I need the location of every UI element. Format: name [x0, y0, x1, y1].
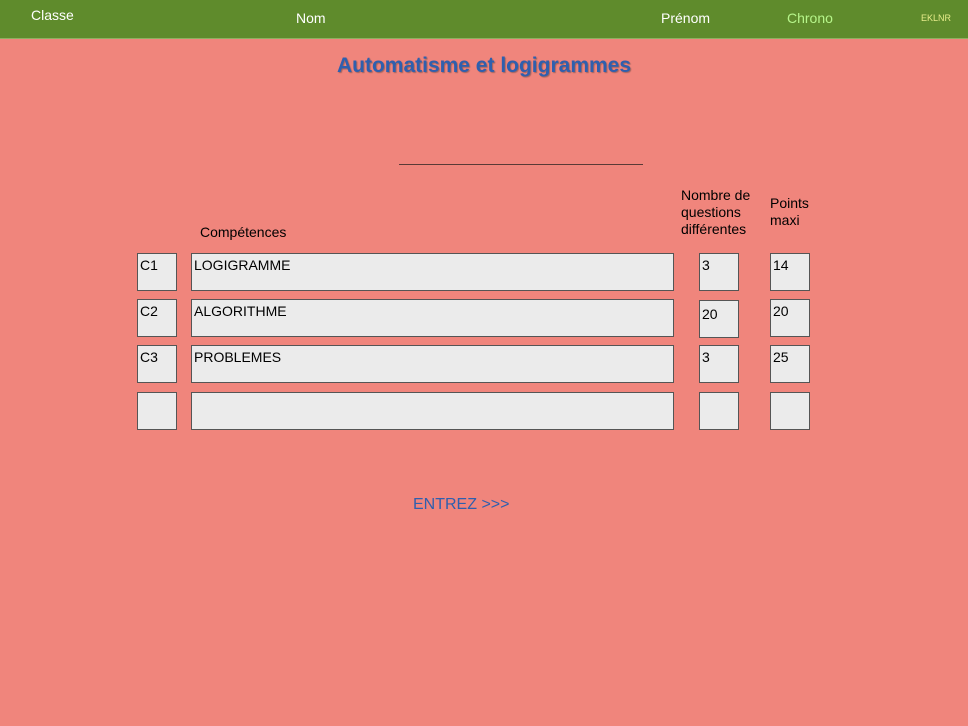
row-2-questions-field[interactable]: 20	[699, 300, 739, 338]
header-points-maxi: Points maxi	[770, 195, 809, 228]
header-nombre-questions: Nombre de questions différentes	[681, 187, 751, 237]
blank-underline-field[interactable]	[399, 164, 643, 165]
row-3-points-field[interactable]: 25	[770, 345, 810, 383]
row-4-code-field[interactable]	[137, 392, 177, 430]
row-2-competence-field[interactable]: ALGORITHME	[191, 299, 674, 337]
row-1-competence-field[interactable]: LOGIGRAMME	[191, 253, 674, 291]
chrono-label[interactable]: Chrono	[787, 10, 833, 26]
row-4-points-field[interactable]	[770, 392, 810, 430]
row-3-competence-field[interactable]: PROBLEMES	[191, 345, 674, 383]
row-2-points-field[interactable]: 20	[770, 299, 810, 337]
row-3-questions-field[interactable]: 3	[699, 345, 739, 383]
page-title: Automatisme et logigrammes	[336, 54, 632, 77]
row-4-questions-field[interactable]	[699, 392, 739, 430]
row-1-questions-field[interactable]: 3	[699, 253, 739, 291]
code-label: EKLNR	[921, 13, 952, 23]
nom-label[interactable]: Nom	[296, 10, 326, 26]
prenom-label[interactable]: Prénom	[661, 10, 710, 26]
row-1-code-field[interactable]: C1	[137, 253, 177, 291]
header-competences: Compétences	[200, 224, 287, 240]
row-1-points-field[interactable]: 14	[770, 253, 810, 291]
row-3-code-field[interactable]: C3	[137, 345, 177, 383]
enter-button[interactable]: ENTREZ >>>	[413, 496, 509, 514]
classe-label[interactable]: Classe	[31, 7, 74, 23]
row-2-code-field[interactable]: C2	[137, 299, 177, 337]
top-bar: Classe Nom Prénom Chrono EKLNR	[0, 0, 968, 39]
row-4-competence-field[interactable]	[191, 392, 674, 430]
